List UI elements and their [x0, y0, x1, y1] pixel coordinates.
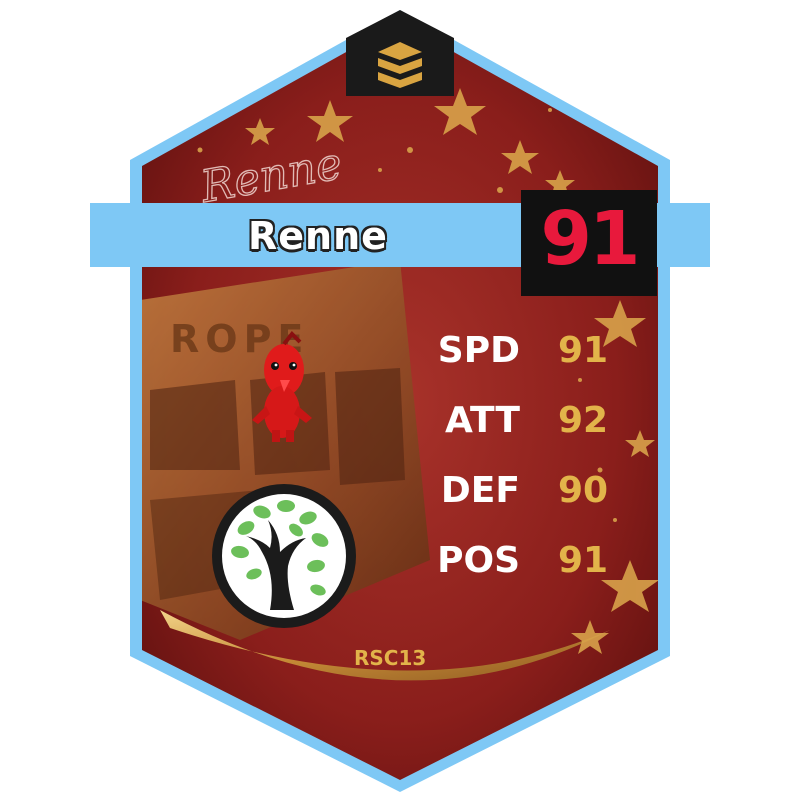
stat-value-spd: 91	[557, 330, 609, 371]
stat-value-pos: 91	[557, 540, 609, 581]
stat-label-spd: SPD	[437, 330, 520, 371]
overall-rating: 91	[540, 196, 641, 282]
player-name: Renne	[248, 214, 388, 258]
tree-logo-icon	[212, 484, 356, 628]
stat-value-def: 90	[557, 470, 609, 511]
stat-label-pos: POS	[437, 540, 520, 581]
stat-value-att: 92	[557, 400, 609, 441]
card-code: RSC13	[354, 646, 427, 670]
stat-label-att: ATT	[444, 400, 520, 441]
player-card: ROPE Renne 91 Renne SPD 91 ATT 92 DEF 90…	[0, 0, 800, 800]
stat-label-def: DEF	[440, 470, 520, 511]
